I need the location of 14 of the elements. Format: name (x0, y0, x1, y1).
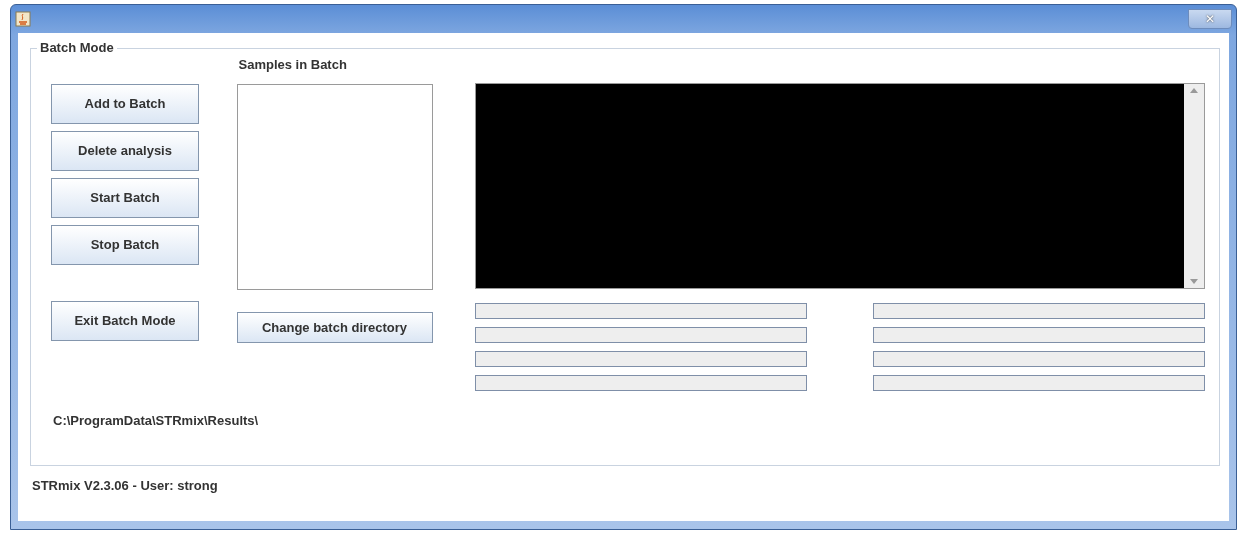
status-text: STRmix V2.3.06 - User: strong (31, 477, 219, 495)
app-icon (15, 11, 31, 27)
samples-label: Samples in Batch (237, 56, 348, 74)
scroll-down-icon[interactable] (1190, 279, 1198, 284)
start-batch-button[interactable]: Start Batch (51, 178, 199, 218)
scroll-up-icon[interactable] (1190, 88, 1198, 93)
add-to-batch-button[interactable]: Add to Batch (51, 84, 199, 124)
change-directory-button[interactable]: Change batch directory (236, 312, 433, 343)
group-title: Batch Mode (39, 41, 115, 55)
exit-batch-mode-button[interactable]: Exit Batch Mode (51, 301, 199, 341)
delete-analysis-button[interactable]: Delete analysis (51, 131, 199, 171)
stop-batch-button[interactable]: Stop Batch (51, 225, 199, 265)
scrollbar[interactable] (1184, 84, 1204, 288)
directory-path: C:\ProgramData\STRmix\Results\ (52, 412, 260, 430)
